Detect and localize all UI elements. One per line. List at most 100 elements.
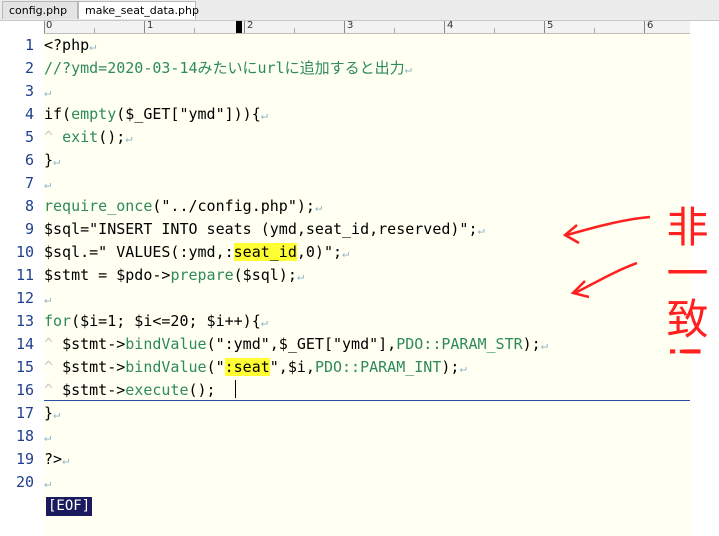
return-mark-icon: ↵ xyxy=(314,200,323,214)
ruler-tick xyxy=(194,28,195,33)
line-number: 9 xyxy=(24,220,34,238)
code-line-8[interactable]: require_once("../config.php");↵ xyxy=(44,195,322,219)
code-line-20[interactable]: ↵ xyxy=(44,471,51,495)
line-number: 20 xyxy=(15,473,34,491)
ruler-tick xyxy=(94,28,95,33)
return-mark-icon: ↵ xyxy=(125,131,133,145)
line-number: 8 xyxy=(24,197,34,215)
constant: PDO::PARAM_STR xyxy=(396,335,523,353)
code-line-10[interactable]: $sql.=" VALUES(:ymd,:seat_id,0)";↵ xyxy=(44,241,349,265)
ruler-tick xyxy=(344,21,345,33)
code-line-13[interactable]: for($i=1; $i<=20; $i++){↵ xyxy=(44,310,268,334)
code-text: } xyxy=(44,404,54,422)
code-line-16[interactable]: ^ $stmt->execute(); xyxy=(44,379,216,402)
constant: PDO::PARAM_INT xyxy=(314,358,442,376)
return-mark-icon: ↵ xyxy=(404,62,412,76)
code-line-15[interactable]: ^ $stmt->bindValue(":seat",$i,PDO::PARAM… xyxy=(44,356,467,380)
line-number: 13 xyxy=(15,312,34,330)
ruler-tick xyxy=(44,21,45,33)
line-number: 14 xyxy=(15,335,34,353)
arrow-to-line-9 xyxy=(566,215,651,237)
highlighted-seat: :seat xyxy=(224,358,270,376)
ruler-tick xyxy=(594,28,595,33)
ruler-tick xyxy=(144,21,145,33)
function-name: bindValue xyxy=(125,358,207,376)
handwritten-annotation: 非一致! xyxy=(660,205,709,364)
tab-bar: config.php make_seat_data.php xyxy=(0,0,719,21)
code-text: $stmt-> xyxy=(62,358,126,376)
code-text: ,0)"; xyxy=(296,243,343,261)
code-line-14[interactable]: ^ $stmt->bindValue(":ymd",$_GET["ymd"],P… xyxy=(44,333,548,357)
code-line-4[interactable]: if(empty($_GET["ymd"])){↵ xyxy=(44,103,268,127)
line-number: 18 xyxy=(15,427,34,445)
ruler-caret-marker xyxy=(236,21,242,33)
return-mark-icon: ↵ xyxy=(296,269,305,283)
code-line-5[interactable]: ^ exit();↵ xyxy=(44,126,133,150)
code-text: (":ymd",$_GET["ymd"], xyxy=(206,335,397,353)
code-text: } xyxy=(44,151,54,169)
tab-mark-icon: ^ xyxy=(44,335,63,353)
tab-make-seat-data-php[interactable]: make_seat_data.php xyxy=(78,1,199,19)
line-number: 1 xyxy=(24,36,34,54)
code-text: (" xyxy=(206,358,225,376)
ruler-tick xyxy=(544,21,545,33)
current-line-underline xyxy=(44,400,690,401)
code-text: $sql="INSERT INTO seats (ymd,seat_id,res… xyxy=(44,220,478,238)
annotation-arrows xyxy=(562,215,651,299)
code-line-6[interactable]: }↵ xyxy=(44,149,60,173)
return-mark-icon: ↵ xyxy=(89,39,97,53)
code-text: ($i=1; $i<=20; $i++){ xyxy=(71,312,261,330)
code-line-11[interactable]: $stmt = $pdo->prepare($sql);↵ xyxy=(44,264,304,288)
code-text: ",$i, xyxy=(269,358,315,376)
code-line-2[interactable]: //?ymd=2020-03-14みたいにurlに追加すると出力↵ xyxy=(44,57,412,81)
code-text: ); xyxy=(441,358,460,376)
ruler-mark: 0 xyxy=(46,20,53,31)
return-mark-icon: ↵ xyxy=(44,177,52,191)
line-number: 17 xyxy=(15,404,34,422)
line-number: 10 xyxy=(15,243,34,261)
tab-mark-icon: ^ xyxy=(44,381,63,399)
code-text: $sql.=" VALUES(:ymd,: xyxy=(44,243,234,261)
ruler-tick xyxy=(444,21,445,33)
ruler-mark: 3 xyxy=(347,20,354,31)
code-text: ?> xyxy=(44,450,63,468)
tab-config-php[interactable]: config.php xyxy=(2,1,78,19)
return-mark-icon: ↵ xyxy=(260,315,268,329)
code-line-18[interactable]: ↵ xyxy=(44,425,51,449)
tab-mark-icon: ^ xyxy=(44,358,63,376)
tab-mark-icon: ^ xyxy=(44,128,63,146)
function-name: prepare xyxy=(170,266,234,284)
code-text: <?php xyxy=(44,36,90,54)
ruler-tick xyxy=(244,21,245,33)
line-number: 15 xyxy=(15,358,34,376)
code-line-7[interactable]: ↵ xyxy=(44,172,51,196)
line-number: 11 xyxy=(15,266,34,284)
code-text: ); xyxy=(522,335,541,353)
code-text: (); xyxy=(98,128,126,146)
line-number: 7 xyxy=(24,174,34,192)
code-text: ($sql); xyxy=(233,266,297,284)
return-mark-icon: ↵ xyxy=(53,154,61,168)
return-mark-icon: ↵ xyxy=(53,407,61,421)
code-line-9[interactable]: $sql="INSERT INTO seats (ymd,seat_id,res… xyxy=(44,218,485,242)
code-text: (); xyxy=(188,381,216,399)
code-text: $stmt-> xyxy=(62,335,126,353)
code-text: $stmt = $pdo-> xyxy=(44,266,171,284)
comment-text: //?ymd=2020-03-14みたいにurlに追加すると出力 xyxy=(44,59,405,77)
code-text: ($_GET["ymd"])){ xyxy=(116,105,261,123)
eof-marker: [EOF] xyxy=(46,497,93,516)
ruler-mark: 2 xyxy=(247,20,254,31)
line-number: 3 xyxy=(24,82,34,100)
ruler-mark: 5 xyxy=(547,20,554,31)
code-line-17[interactable]: }↵ xyxy=(44,402,60,426)
return-mark-icon: ↵ xyxy=(44,85,52,99)
line-number: 16 xyxy=(15,381,34,399)
code-line-1[interactable]: <?php↵ xyxy=(44,34,96,58)
function-name: execute xyxy=(125,381,189,399)
return-mark-icon: ↵ xyxy=(477,223,485,237)
code-line-3[interactable]: ↵ xyxy=(44,80,51,104)
code-line-12[interactable]: ↵ xyxy=(44,287,51,311)
line-number: 12 xyxy=(15,289,34,307)
function-name: bindValue xyxy=(125,335,207,353)
code-line-19[interactable]: ?>↵ xyxy=(44,448,69,472)
